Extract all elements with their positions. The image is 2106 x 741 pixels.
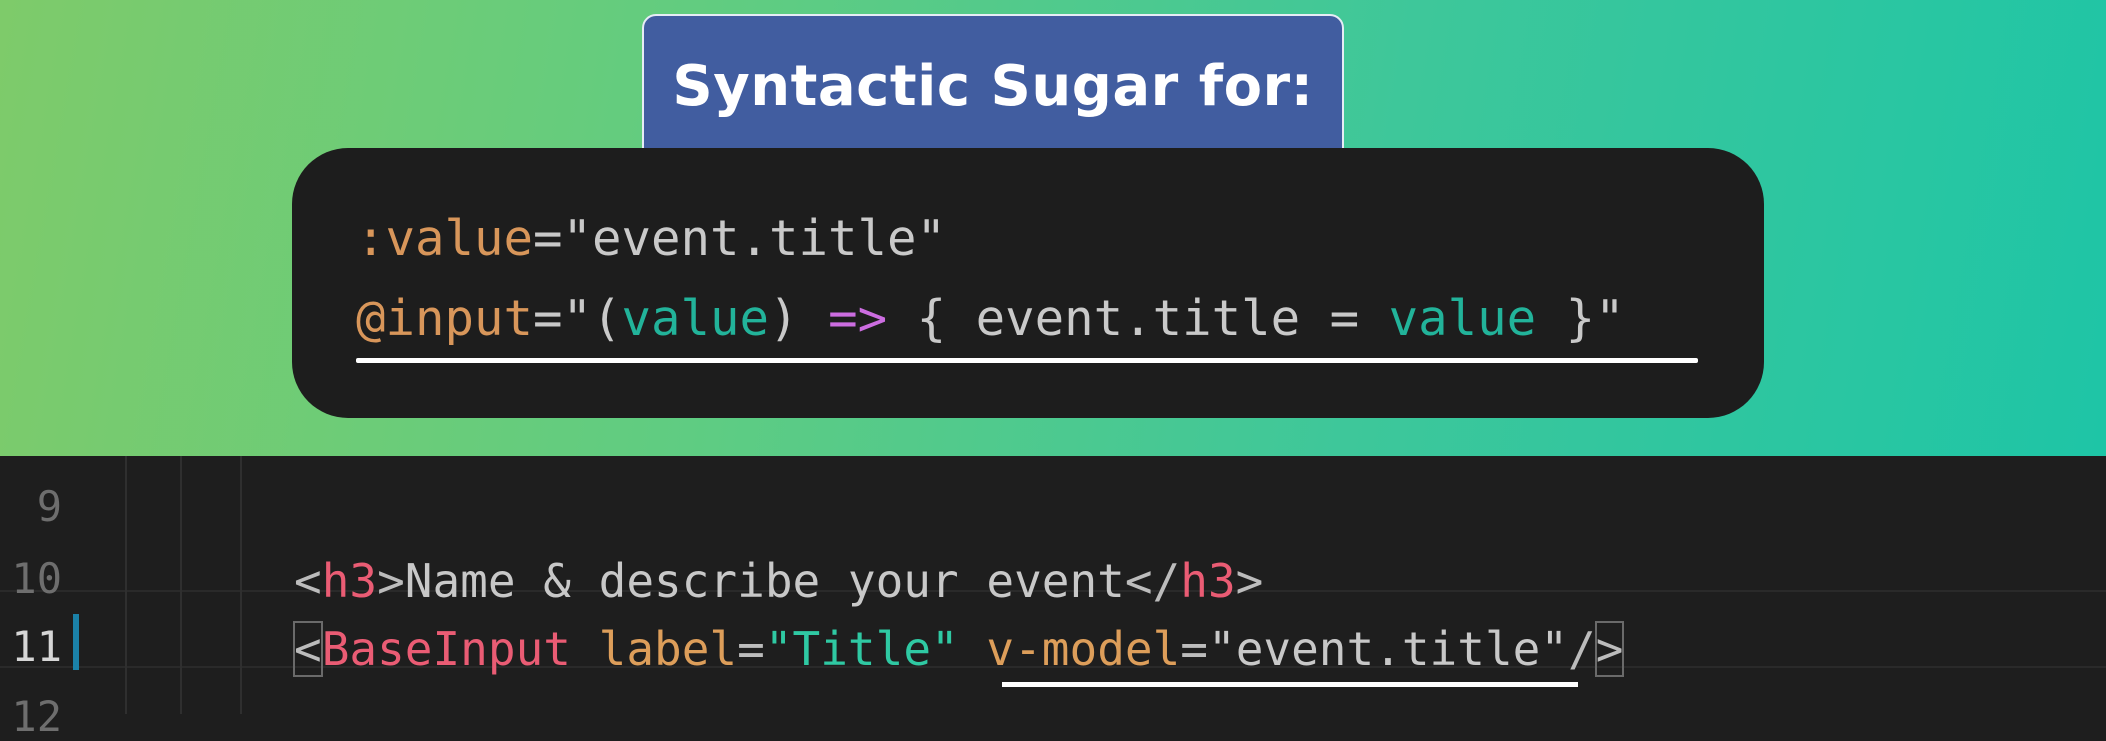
- tag-open-lt: <: [294, 554, 322, 608]
- body-end: }": [1536, 290, 1625, 347]
- body-start: { event.title =: [887, 290, 1389, 347]
- tag-h3-open: h3: [321, 554, 378, 608]
- vmodel-value: "event.title": [1208, 622, 1569, 676]
- self-close-slash: /: [1568, 622, 1596, 676]
- tag-close-lt: </: [1124, 554, 1181, 608]
- indent-guide-2: [240, 456, 242, 714]
- param-value: value: [621, 290, 770, 347]
- snippet-underline: [356, 358, 1698, 363]
- code-line-11[interactable]: <BaseInput label="Title" v-model="event.…: [293, 621, 1625, 677]
- label-equals: =: [737, 622, 765, 676]
- gutter-divider: [125, 456, 127, 714]
- value-attr: :value: [356, 210, 534, 267]
- vmodel-equals: =: [1180, 622, 1208, 676]
- indent-guide-1: [180, 456, 182, 714]
- line-number-9: 9: [36, 482, 62, 531]
- title-tab: Syntactic Sugar for:: [642, 14, 1344, 162]
- tag-close-gt: >: [1235, 554, 1264, 608]
- banner-title: Syntactic Sugar for:: [672, 54, 1314, 119]
- label-value: "Title": [764, 622, 959, 676]
- vmodel-underline: [1002, 682, 1578, 687]
- input-attr: @input: [356, 290, 534, 347]
- equals: =: [533, 210, 563, 267]
- line-number-10: 10: [11, 554, 62, 603]
- line-number-12: 12: [11, 692, 62, 741]
- snippet-line-value: :value="event.title": [356, 210, 946, 267]
- equals-open-paren: ="(: [533, 290, 622, 347]
- code-editor[interactable]: 9 10 11 12 <h3>Name & describe your even…: [0, 456, 2106, 741]
- body-value: value: [1388, 290, 1537, 347]
- heading-text: Name & describe your event: [404, 554, 1125, 608]
- arrow-operator: =>: [828, 290, 888, 347]
- bracket-match-open: <: [293, 621, 323, 677]
- bracket-match-close: >: [1594, 621, 1625, 677]
- label-attr: label: [598, 622, 738, 676]
- vmodel-attr: v-model: [986, 622, 1181, 676]
- code-snippet-card: :value="event.title" @input="(value) => …: [292, 148, 1764, 418]
- banner: Syntactic Sugar for: :value="event.title…: [0, 0, 2106, 456]
- modified-line-indicator: [73, 614, 79, 670]
- snippet-line-input: @input="(value) => { event.title = value…: [356, 290, 1625, 347]
- component-name: BaseInput: [321, 622, 571, 676]
- value-string: "event.title": [562, 210, 947, 267]
- close-paren: ): [769, 290, 829, 347]
- tag-open-gt: >: [377, 554, 405, 608]
- code-line-10[interactable]: <h3>Name & describe your event</h3>: [294, 554, 1263, 608]
- line-number-11: 11: [11, 622, 62, 671]
- tag-h3-close: h3: [1180, 554, 1236, 608]
